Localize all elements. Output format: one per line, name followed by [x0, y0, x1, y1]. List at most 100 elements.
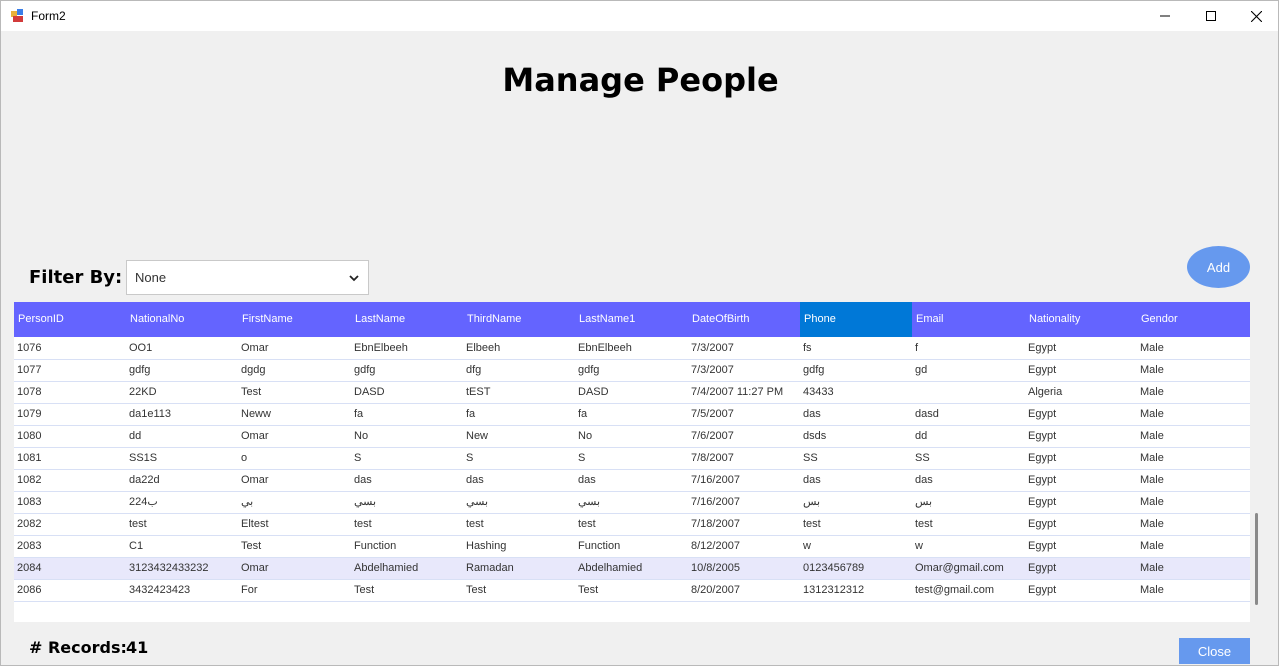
- table-cell: Omar: [241, 562, 269, 574]
- maximize-icon: [1206, 11, 1216, 21]
- table-row[interactable]: 1080 dd Omar No New No 7/6/2007 dsds dd Egypt Male: [14, 426, 1250, 448]
- table-cell: 7/3/2007: [691, 364, 734, 376]
- table-cell: Male: [1140, 386, 1164, 398]
- table-cell: f: [915, 342, 919, 354]
- table-cell: New: [466, 430, 489, 442]
- close-button[interactable]: Close: [1179, 638, 1250, 664]
- table-row[interactable]: 1081 SS1S o S S S 7/8/2007 SS SS Egypt Male: [14, 448, 1250, 470]
- table-cell: No: [578, 430, 593, 442]
- column-header-thirdname[interactable]: ThirdName: [463, 302, 575, 337]
- table-row[interactable]: 1083 ب224 بي بسي بسي بسي 7/16/2007 بس بس Egypt Mal…: [14, 492, 1250, 514]
- table-cell: 7/8/2007: [691, 452, 734, 464]
- table-cell: w: [803, 540, 811, 552]
- column-header-nationality[interactable]: Nationality: [1025, 302, 1137, 337]
- table-cell: o: [241, 452, 248, 464]
- table-row[interactable]: 1079 da1e113 Neww fa fa fa 7/5/2007 das dasd Egyp…: [14, 404, 1250, 426]
- table-cell: Egypt: [1028, 496, 1057, 508]
- table-cell: بسي: [578, 496, 601, 508]
- table-cell: Egypt: [1028, 342, 1057, 354]
- table-cell: 2082: [17, 518, 42, 530]
- column-header-lastname[interactable]: LastName: [351, 302, 463, 337]
- table-cell: S: [466, 452, 474, 464]
- table-cell: SS1S: [129, 452, 158, 464]
- column-header-nationalno[interactable]: NationalNo: [126, 302, 238, 337]
- column-header-phone[interactable]: Phone: [800, 302, 912, 337]
- table-cell: test: [578, 518, 596, 530]
- table-cell: Male: [1140, 584, 1164, 596]
- table-row[interactable]: 1078 22KD Test DASD tEST DASD 7/4/2007 11:27 P…: [14, 382, 1250, 404]
- table-cell: Hashing: [466, 540, 507, 552]
- table-cell: w: [915, 540, 923, 552]
- table-row[interactable]: 1082 da22d Omar das das das 7/16/2007 das das Egy…: [14, 470, 1250, 492]
- table-cell: test: [466, 518, 484, 530]
- maximize-button[interactable]: [1188, 1, 1234, 31]
- column-header-gendor[interactable]: Gendor: [1137, 302, 1250, 337]
- filter-dropdown[interactable]: None: [126, 260, 369, 295]
- table-cell: C1: [129, 540, 144, 552]
- table-cell: EbnElbeeh: [578, 342, 632, 354]
- table-cell: 8/12/2007: [691, 540, 740, 552]
- table-cell: test: [803, 518, 821, 530]
- vertical-scrollbar[interactable]: [1255, 513, 1258, 605]
- table-row[interactable]: 2083 C1 Test Function Hashing Function 8/12/20…: [14, 536, 1250, 558]
- table-row[interactable]: 2086 3432423423 For Test Test Test 8/20/2007 13…: [14, 580, 1250, 602]
- table-cell: test: [129, 518, 147, 530]
- table-cell: Abdelhamied: [354, 562, 419, 574]
- table-cell: Male: [1140, 342, 1164, 354]
- table-cell: S: [578, 452, 586, 464]
- table-cell: S: [354, 452, 362, 464]
- table-cell: Egypt: [1028, 562, 1057, 574]
- table-cell: das: [803, 474, 821, 486]
- table-cell: Function: [578, 540, 621, 552]
- column-header-email[interactable]: Email: [912, 302, 1025, 337]
- table-cell: Egypt: [1028, 408, 1057, 420]
- column-header-dateofbirth[interactable]: DateOfBirth: [688, 302, 800, 337]
- table-cell: Male: [1140, 518, 1164, 530]
- table-cell: fa: [354, 408, 364, 420]
- table-cell: da22d: [129, 474, 160, 486]
- table-cell: Male: [1140, 364, 1164, 376]
- column-header-firstname[interactable]: FirstName: [238, 302, 351, 337]
- table-row[interactable]: 1077 gdfg dgdg gdfg dfg gdfg 7/3/2007 gdfg gd Egy…: [14, 360, 1250, 382]
- table-cell: SS: [915, 452, 930, 464]
- table-cell: da1e113: [129, 408, 172, 420]
- table-cell: Algeria: [1028, 386, 1063, 398]
- table-cell: das: [803, 408, 821, 420]
- table-cell: 43433: [803, 386, 834, 398]
- title-bar[interactable]: Form2: [1, 1, 1278, 31]
- table-cell: Test: [466, 584, 487, 596]
- table-cell: 8/20/2007: [691, 584, 740, 596]
- table-cell: 0123456789: [803, 562, 865, 574]
- table-cell: 2084: [17, 562, 42, 574]
- table-cell: بي: [241, 496, 254, 508]
- table-cell: بسي: [466, 496, 489, 508]
- table-cell: Egypt: [1028, 452, 1057, 464]
- filter-selected-value: None: [135, 270, 167, 285]
- table-cell: Egypt: [1028, 518, 1057, 530]
- column-header-lastname1[interactable]: LastName1: [575, 302, 688, 337]
- table-cell: 7/18/2007: [691, 518, 740, 530]
- table-cell: Function: [354, 540, 397, 552]
- close-icon: [1250, 10, 1262, 22]
- table-cell: Omar@gmail.com: [915, 562, 1004, 574]
- table-cell: Ramadan: [466, 562, 514, 574]
- add-button[interactable]: Add: [1187, 246, 1250, 288]
- table-cell: بس: [803, 496, 821, 508]
- table-cell: fa: [466, 408, 476, 420]
- column-header-personid[interactable]: PersonID: [14, 302, 126, 337]
- table-cell: SS: [803, 452, 818, 464]
- table-cell: Test: [241, 540, 262, 552]
- table-row[interactable]: 1076 OO1 Omar EbnElbeeh Elbeeh EbnElbeeh 7/3/2…: [14, 338, 1250, 360]
- table-row[interactable]: 2082 test Eltest test test test 7/18/2007 test t…: [14, 514, 1250, 536]
- table-cell: das: [354, 474, 372, 486]
- table-cell: gdfg: [129, 364, 151, 376]
- table-row[interactable]: 2084 3123432433232 Omar Abdelhamied Ramadan A…: [14, 558, 1250, 580]
- window-close-button[interactable]: [1233, 1, 1279, 31]
- table-cell: gdfg: [354, 364, 376, 376]
- table-cell: 7/16/2007: [691, 474, 740, 486]
- table-cell: Elbeeh: [466, 342, 501, 354]
- table-cell: dd: [915, 430, 928, 442]
- table-cell: gdfg: [803, 364, 825, 376]
- minimize-button[interactable]: [1142, 1, 1188, 31]
- people-grid[interactable]: PersonID NationalNo FirstName LastName Third…: [14, 302, 1250, 622]
